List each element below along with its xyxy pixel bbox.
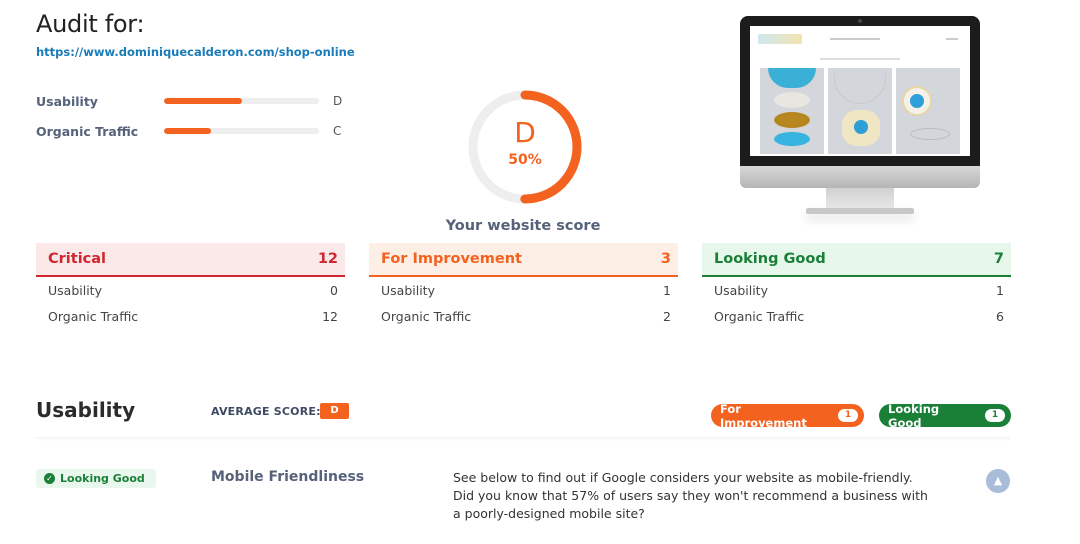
category-label: Organic Traffic <box>36 123 139 139</box>
filter-label: For Improvement <box>720 401 807 430</box>
status-row-value: 0 <box>330 282 338 298</box>
product-photo-pendant <box>828 68 892 154</box>
status-row-value: 1 <box>663 282 671 298</box>
check-name: Mobile Friendliness <box>211 469 365 485</box>
monitor-stand <box>826 188 894 210</box>
site-subnav <box>820 58 900 60</box>
site-logo <box>758 34 802 44</box>
status-card-header[interactable]: For Improvement 3 <box>369 243 678 277</box>
category-grade: D <box>333 94 343 108</box>
status-card-total: 7 <box>993 251 1004 267</box>
status-row-label: Organic Traffic <box>381 308 472 324</box>
filter-count: 1 <box>838 409 858 422</box>
category-grade: C <box>333 124 342 138</box>
status-card-title: Critical <box>48 251 107 267</box>
status-row: Usability 1 <box>702 277 1011 303</box>
status-row-value: 1 <box>996 282 1004 298</box>
monitor-frame <box>740 16 980 166</box>
chevron-up-icon: ▲ <box>993 474 1003 487</box>
site-nav-right <box>946 38 958 40</box>
status-row-label: Usability <box>48 282 102 298</box>
monitor-camera <box>858 19 862 23</box>
monitor-base <box>806 208 914 214</box>
status-card-for-improvement: For Improvement 3 Usability 1 Organic Tr… <box>369 243 678 329</box>
product-photo-brooch <box>896 68 960 154</box>
check-status-badge: ✓ Looking Good <box>36 469 156 488</box>
status-card-title: For Improvement <box>381 251 522 267</box>
website-screenshot <box>750 26 970 156</box>
status-card-header[interactable]: Looking Good 7 <box>702 243 1011 277</box>
audit-title: Audit for: <box>36 10 145 38</box>
status-card-critical: Critical 12 Usability 0 Organic Traffic … <box>36 243 345 329</box>
score-gauge: D 50% <box>464 86 586 208</box>
status-row: Organic Traffic 6 <box>702 303 1011 329</box>
category-row-usability: Usability D <box>36 91 346 111</box>
category-progress-fill <box>164 128 211 134</box>
average-score-badge: D <box>320 403 349 419</box>
category-label: Usability <box>36 93 98 109</box>
monitor-chin <box>740 166 980 188</box>
audit-url-link[interactable]: https://www.dominiquecalderon.com/shop-o… <box>36 45 355 59</box>
status-card-total: 12 <box>317 251 338 267</box>
check-circle-icon: ✓ <box>44 473 55 484</box>
product-photo-necklace <box>760 68 824 154</box>
collapse-toggle-button[interactable]: ▲ <box>986 469 1010 493</box>
section-title: Usability <box>36 398 136 422</box>
monitor-preview-icon <box>740 16 980 226</box>
average-score-label: AVERAGE SCORE: <box>211 405 321 418</box>
score-grade: D <box>514 116 536 149</box>
filter-count: 1 <box>985 409 1005 422</box>
status-row: Organic Traffic 2 <box>369 303 678 329</box>
category-progress-bar <box>164 128 319 134</box>
check-description: See below to find out if Google consider… <box>453 470 928 521</box>
filter-for-improvement-button[interactable]: For Improvement 1 <box>711 401 864 430</box>
status-card-title: Looking Good <box>714 251 826 267</box>
status-card-total: 3 <box>660 251 671 267</box>
status-row-label: Usability <box>714 282 768 298</box>
status-row-label: Usability <box>381 282 435 298</box>
status-row-value: 12 <box>322 308 338 324</box>
status-row-label: Organic Traffic <box>48 308 139 324</box>
status-card-header[interactable]: Critical 12 <box>36 243 345 277</box>
filter-label: Looking Good <box>888 401 940 430</box>
check-status-label: Looking Good <box>60 472 145 485</box>
site-nav <box>830 38 880 40</box>
section-divider <box>36 437 1010 441</box>
category-row-organic-traffic: Organic Traffic C <box>36 121 346 141</box>
status-row-value: 6 <box>996 308 1004 324</box>
category-progress-fill <box>164 98 242 104</box>
score-percent: 50% <box>508 152 542 168</box>
status-row: Organic Traffic 12 <box>36 303 345 329</box>
category-progress-bar <box>164 98 319 104</box>
status-row-value: 2 <box>663 308 671 324</box>
score-label: Your website score <box>445 218 601 234</box>
status-row-label: Organic Traffic <box>714 308 805 324</box>
status-row: Usability 1 <box>369 277 678 303</box>
status-card-looking-good: Looking Good 7 Usability 1 Organic Traff… <box>702 243 1011 329</box>
filter-looking-good-button[interactable]: Looking Good 1 <box>879 401 1011 430</box>
status-row: Usability 0 <box>36 277 345 303</box>
